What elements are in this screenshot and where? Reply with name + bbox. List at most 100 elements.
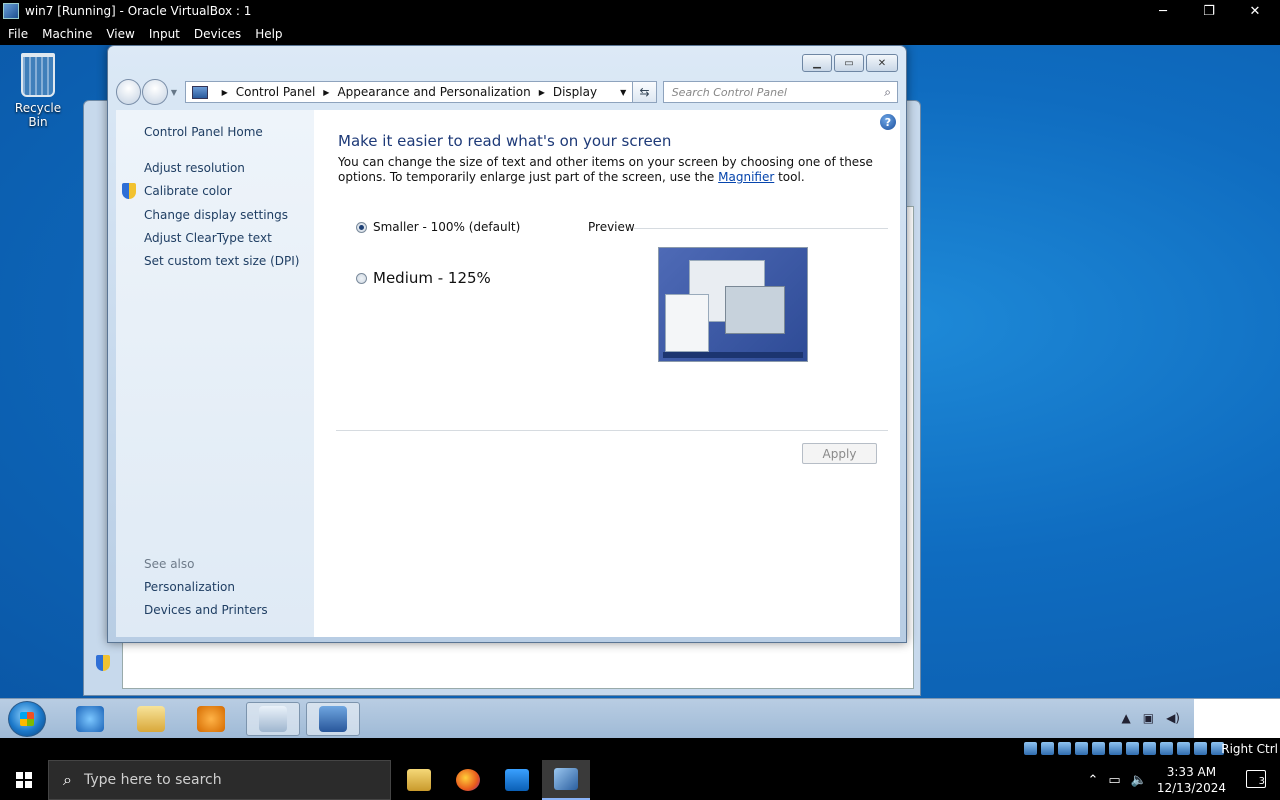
menu-machine[interactable]: Machine	[34, 27, 98, 41]
search-input[interactable]: Search Control Panel ⌕	[662, 81, 898, 103]
vbox-title: win7 [Running] - Oracle VirtualBox : 1	[25, 4, 252, 18]
vbox-menubar: File Machine View Input Devices Help	[0, 22, 1280, 45]
vbox-statusbar: Right Ctrl	[0, 738, 1280, 760]
adjust-cleartype-link[interactable]: Adjust ClearType text	[144, 231, 272, 245]
shared-folders-icon[interactable]	[1126, 742, 1139, 755]
calibrate-color-link[interactable]: Calibrate color	[144, 184, 232, 198]
devices-and-printers-link[interactable]: Devices and Printers	[144, 603, 268, 617]
breadcrumb-separator-icon[interactable]: ▶	[539, 88, 545, 97]
menu-devices[interactable]: Devices	[186, 27, 247, 41]
network-icon[interactable]: ▭	[1108, 773, 1120, 788]
change-display-settings-link[interactable]: Change display settings	[144, 208, 288, 222]
refresh-button[interactable]: ⇆	[633, 81, 657, 103]
taskbar-internet-explorer[interactable]	[63, 702, 117, 736]
see-also-heading: See also	[144, 557, 195, 571]
window-minimize-button[interactable]: ▁	[802, 54, 832, 72]
taskbar-media-player[interactable]	[184, 702, 238, 736]
adjust-resolution-link[interactable]: Adjust resolution	[144, 161, 245, 175]
personalization-link[interactable]: Personalization	[144, 580, 235, 594]
host-virtualbox[interactable]	[542, 760, 590, 800]
option-smaller[interactable]: Smaller - 100% (default)	[356, 220, 520, 234]
show-hidden-icons-icon[interactable]: ▲	[1122, 711, 1131, 725]
cpu-icon[interactable]	[1177, 742, 1190, 755]
menu-view[interactable]: View	[98, 27, 140, 41]
media-player-icon	[197, 706, 225, 732]
optical-drive-icon[interactable]	[1041, 742, 1054, 755]
taskbar-app-window[interactable]	[246, 702, 300, 736]
recycle-bin-label: Recycle Bin	[14, 101, 62, 129]
host-search-placeholder: Type here to search	[83, 772, 222, 788]
floppy-icon[interactable]	[1058, 742, 1071, 755]
breadcrumb-control-panel[interactable]: Control Panel	[236, 85, 316, 99]
custom-text-size-link[interactable]: Set custom text size (DPI)	[144, 254, 299, 268]
minimize-button[interactable]: ─	[1140, 0, 1186, 22]
vbox-device-icons	[1024, 742, 1224, 755]
clock-time: 3:33 AM	[1166, 765, 1217, 779]
host-vscode[interactable]	[493, 760, 541, 800]
host-file-explorer[interactable]	[395, 760, 443, 800]
volume-icon[interactable]: ◀)	[1166, 711, 1180, 725]
option-smaller-label[interactable]: Smaller - 100% (default)	[373, 220, 520, 234]
folder-icon	[137, 706, 165, 732]
recycle-bin-icon	[21, 53, 55, 97]
menu-input[interactable]: Input	[141, 27, 186, 41]
preview-label: Preview	[588, 220, 635, 234]
window-close-button[interactable]: ✕	[866, 54, 898, 72]
help-icon[interactable]: ?	[880, 114, 896, 130]
forward-button[interactable]	[142, 79, 168, 105]
back-button[interactable]	[116, 79, 142, 105]
firefox-icon	[456, 769, 480, 791]
guest-tray-blank	[1194, 699, 1280, 738]
control-panel-icon	[191, 85, 208, 99]
breadcrumb-separator-icon[interactable]: ▶	[323, 88, 329, 97]
network-icon[interactable]: ▣	[1143, 711, 1154, 725]
clock[interactable]: 3:33 AM 12/13/2024	[1157, 764, 1226, 796]
breadcrumb-display[interactable]: Display	[553, 85, 597, 99]
search-icon[interactable]: ⌕	[884, 85, 891, 100]
breadcrumb-appearance[interactable]: Appearance and Personalization	[337, 85, 530, 99]
address-dropdown-icon[interactable]: ▼	[620, 88, 626, 97]
recording-icon[interactable]	[1160, 742, 1173, 755]
apply-button[interactable]: Apply	[802, 443, 877, 464]
breadcrumb-separator-icon[interactable]: ▶	[222, 88, 228, 97]
left-pane: Control Panel Home Adjust resolution Cal…	[116, 110, 314, 637]
menu-file[interactable]: File	[0, 27, 34, 41]
usb-icon[interactable]	[1109, 742, 1122, 755]
taskbar-explorer[interactable]	[124, 702, 178, 736]
control-panel-home-link[interactable]: Control Panel Home	[144, 125, 263, 139]
windows-logo-icon	[16, 772, 32, 788]
host-search-box[interactable]: ⌕ Type here to search	[48, 760, 391, 800]
close-button[interactable]: ✕	[1232, 0, 1278, 22]
guest-start-button[interactable]	[8, 701, 46, 737]
preview-taskbar-icon	[663, 352, 803, 358]
radio-smaller[interactable]	[356, 221, 367, 233]
menu-help[interactable]: Help	[247, 27, 288, 41]
hard-disk-icon[interactable]	[1024, 742, 1037, 755]
action-center-icon[interactable]: 3	[1246, 770, 1266, 788]
volume-muted-icon[interactable]: 🔈	[1131, 773, 1147, 788]
show-hidden-icons-icon[interactable]: ⌃	[1087, 773, 1098, 788]
windows-start-button[interactable]	[0, 760, 48, 800]
divider	[336, 430, 888, 431]
control-panel-window: ▁ ▭ ✕ ▼ ▶ Control Panel ▶ Appearance and…	[107, 45, 907, 643]
host-key-label: Right Ctrl	[1221, 742, 1278, 756]
restore-button[interactable]: ❐	[1186, 0, 1232, 22]
virtualbox-icon	[554, 768, 578, 790]
network-adapter-icon[interactable]	[1092, 742, 1105, 755]
preview-menu-icon	[665, 294, 709, 352]
recycle-bin[interactable]: Recycle Bin	[6, 51, 70, 129]
control-panel-icon	[319, 706, 347, 732]
audio-icon[interactable]	[1075, 742, 1088, 755]
address-bar[interactable]: ▶ Control Panel ▶ Appearance and Persona…	[184, 81, 634, 103]
magnifier-link[interactable]: Magnifier	[718, 170, 774, 184]
radio-medium[interactable]	[356, 272, 367, 284]
display-icon[interactable]	[1143, 742, 1156, 755]
vbox-titlebar: win7 [Running] - Oracle VirtualBox : 1 ─…	[0, 0, 1280, 22]
window-maximize-button[interactable]: ▭	[834, 54, 864, 72]
option-medium[interactable]: Medium - 125%	[356, 269, 491, 287]
mouse-integration-icon[interactable]	[1194, 742, 1207, 755]
option-medium-label[interactable]: Medium - 125%	[373, 269, 491, 287]
taskbar-control-panel[interactable]	[306, 702, 360, 736]
host-firefox[interactable]	[444, 760, 492, 800]
recent-pages-dropdown-icon[interactable]: ▼	[171, 88, 181, 97]
